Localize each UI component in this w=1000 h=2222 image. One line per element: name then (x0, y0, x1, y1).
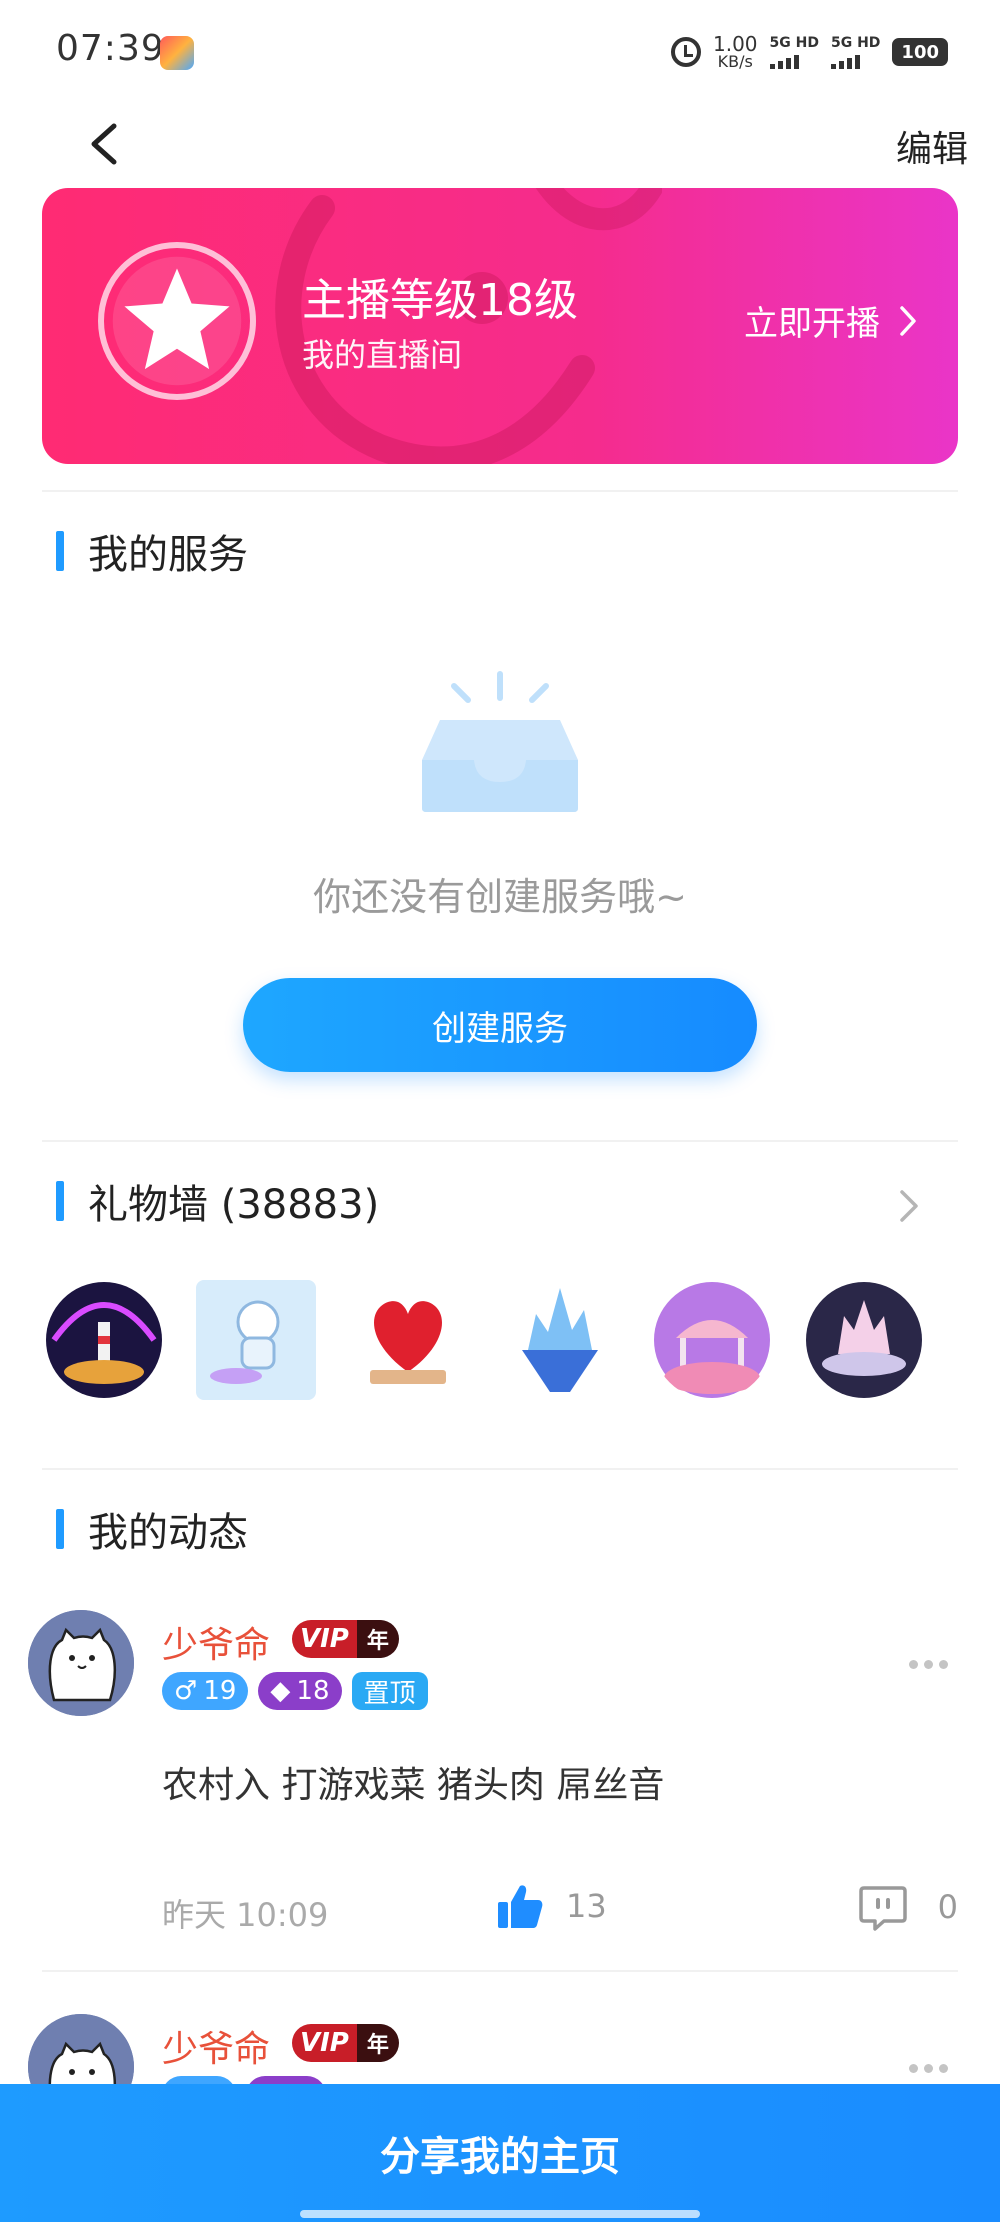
app-notification-icon (160, 36, 194, 70)
post-author-name[interactable]: 少爷命 (162, 2020, 270, 2072)
battery-icon: 100 (892, 38, 948, 66)
network-speed-unit: KB/s (717, 52, 753, 71)
edit-button[interactable]: 编辑 (896, 120, 968, 172)
vip-label: VIP (292, 1620, 357, 1658)
anchor-level-banner[interactable]: 主播等级18级 我的直播间 立即开播 (42, 188, 958, 464)
vip-period: 年 (356, 2024, 399, 2062)
anchor-level-title: 主播等级18级 (302, 275, 578, 326)
gift-wall-section-title[interactable]: 礼物墙 (38883) (56, 1172, 379, 1230)
divider (42, 1468, 958, 1470)
divider (42, 490, 958, 492)
age-value: 19 (203, 1676, 237, 1706)
post-author-name[interactable]: 少爷命 (162, 1616, 270, 1668)
rose-heart-gift-icon[interactable] (348, 1280, 468, 1400)
diamond-icon: ◆ (270, 1676, 291, 1706)
home-indicator (300, 2210, 700, 2218)
signal-icon: 5G HD (769, 34, 819, 69)
more-icon[interactable] (909, 1660, 948, 1669)
ice-castle-gift-icon[interactable] (500, 1280, 620, 1400)
start-live-label: 立即开播 (744, 304, 880, 344)
vip-badge: VIP 年 (292, 2024, 399, 2062)
empty-inbox-icon (422, 671, 578, 812)
gender-age-badge: ♂ 19 (162, 1672, 249, 1710)
status-indicators: 1.00 KB/s 5G HD 5G HD 100 (670, 30, 948, 74)
astronaut-gift-icon[interactable] (196, 1280, 316, 1400)
moment-post[interactable]: 少爷命 VIP 年 ♂ 19 ◆ 18 置顶 农村入 打游戏菜 猪头肉 屌丝音 … (0, 1600, 1000, 1980)
lighthouse-gift-icon[interactable] (44, 1280, 164, 1400)
thumbs-up-icon (498, 1885, 543, 1928)
divider (42, 1140, 958, 1142)
moments-title: 我的动态 (88, 1510, 248, 1556)
post-tags: ♂ 19 ◆ 18 置顶 (162, 1672, 428, 1710)
level-badge: ◆ 18 (258, 1672, 342, 1710)
live-room-label: 我的直播间 (302, 336, 463, 374)
avatar[interactable] (28, 1610, 134, 1716)
status-time: 07:39 (56, 28, 165, 69)
comment-icon (858, 1886, 907, 1931)
level-value: 18 (296, 1676, 330, 1706)
dream-castle-gift-icon[interactable] (804, 1280, 924, 1400)
services-section-title: 我的服务 (56, 522, 248, 580)
like-button[interactable]: 13 (496, 1882, 607, 1930)
gender-age-badge (162, 2076, 236, 2084)
services-empty-text: 你还没有创建服务哦~ (313, 875, 687, 919)
alarm-icon (670, 37, 701, 67)
more-icon[interactable] (909, 2064, 948, 2073)
male-icon: ♂ (174, 1676, 198, 1706)
chevron-right-icon[interactable] (894, 1186, 924, 1226)
comment-button[interactable]: 0 (858, 1882, 958, 1932)
level-badge (246, 2076, 326, 2084)
vip-badge: VIP 年 (292, 1620, 399, 1658)
avatar[interactable] (28, 2014, 134, 2084)
header: 编辑 (0, 100, 1000, 188)
back-icon[interactable] (84, 122, 128, 166)
divider (42, 1970, 958, 1972)
sim2-label: 5G HD (830, 34, 881, 51)
like-count: 13 (566, 1887, 607, 1925)
comment-count: 0 (937, 1888, 958, 1926)
section-accent-bar (56, 1181, 64, 1221)
post-tags (162, 2076, 326, 2084)
share-homepage-button[interactable]: 分享我的主页 (0, 2084, 1000, 2222)
section-accent-bar (56, 531, 64, 571)
flower-gazebo-gift-icon[interactable] (652, 1280, 772, 1400)
signal-icon: 5G HD (830, 34, 881, 69)
moment-post[interactable]: 少爷命 VIP 年 (0, 2004, 1000, 2084)
create-service-button[interactable]: 创建服务 (243, 978, 757, 1072)
star-badge-icon (98, 242, 256, 400)
vip-period: 年 (356, 1620, 399, 1658)
post-content: 农村入 打游戏菜 猪头肉 屌丝音 (162, 1765, 665, 1806)
gift-list (44, 1280, 944, 1400)
gift-wall-title: 礼物墙 (38883) (88, 1182, 380, 1228)
vip-label: VIP (292, 2024, 357, 2062)
chevron-right-icon (900, 305, 916, 336)
section-accent-bar (56, 1509, 64, 1549)
pinned-badge: 置顶 (351, 1672, 428, 1710)
start-live-button[interactable]: 立即开播 (744, 296, 918, 345)
network-speed: 1.00 KB/s (713, 34, 758, 70)
services-title: 我的服务 (88, 532, 248, 578)
status-bar: 07:39 1.00 KB/s 5G HD 5G HD 100 (0, 0, 1000, 100)
post-time: 昨天 10:09 (162, 1896, 329, 1934)
sim1-label: 5G HD (769, 34, 819, 51)
network-speed-value: 1.00 (712, 32, 758, 56)
moments-section-title: 我的动态 (56, 1500, 248, 1558)
